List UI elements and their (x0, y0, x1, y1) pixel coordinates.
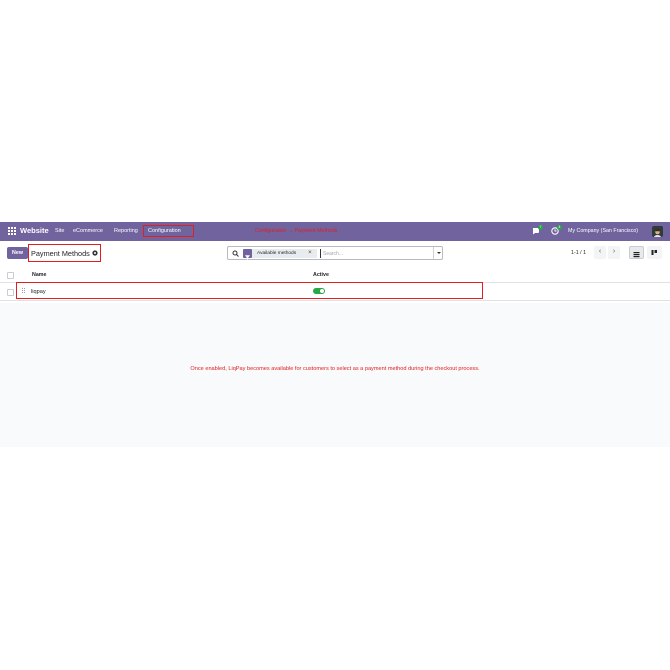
filter-icon (243, 249, 252, 260)
kanban-view-icon (651, 250, 657, 255)
activity-badge: 4 (557, 225, 562, 230)
configuration-highlight-box (143, 225, 194, 237)
pager-next-button[interactable]: › (608, 246, 620, 259)
breadcrumb-annotation: Configuration → Payment Methods (255, 228, 338, 234)
list-header: Name Active (0, 267, 670, 283)
page-title: Payment Methods (31, 249, 90, 258)
pager-value[interactable]: 1-1 / 1 (571, 250, 586, 256)
search-facet: Available methods × (243, 249, 317, 260)
footer-annotation: Once enabled, LiqPay becomes available f… (190, 366, 480, 372)
search-options-toggle[interactable] (433, 247, 443, 259)
facet-remove-icon[interactable]: × (308, 249, 312, 256)
search-bar: Available methods × (227, 246, 443, 260)
pager-previous-button[interactable]: ‹ (594, 246, 606, 259)
app-menu-icon[interactable] (8, 227, 16, 235)
row-checkbox[interactable] (7, 288, 14, 296)
search-input[interactable] (320, 249, 423, 258)
top-navbar: Website Site eCommerce Reporting Configu… (0, 222, 670, 241)
facet-label: Available methods (257, 250, 297, 256)
table-row[interactable]: liqpay (0, 282, 670, 301)
menu-ecommerce[interactable]: eCommerce (73, 228, 103, 234)
gear-icon[interactable] (92, 249, 98, 256)
row-highlight-box (16, 282, 483, 299)
app-name[interactable]: Website (20, 226, 49, 235)
app-window: Website Site eCommerce Reporting Configu… (0, 222, 670, 447)
list-view-icon (633, 252, 640, 258)
control-panel: New Payment Methods Available methods × … (0, 241, 670, 268)
menu-site[interactable]: Site (55, 228, 64, 234)
search-icon[interactable] (232, 250, 239, 257)
list-view: Name Active liqpay (0, 267, 670, 303)
user-avatar[interactable] (652, 226, 663, 237)
company-switcher[interactable]: My Company (San Francisco) (568, 228, 638, 234)
messages-badge: 7 (538, 225, 543, 230)
kanban-view-button[interactable] (647, 246, 662, 259)
menu-reporting[interactable]: Reporting (114, 228, 138, 234)
new-button[interactable]: New (7, 247, 28, 259)
select-all-checkbox[interactable] (7, 272, 14, 279)
caret-down-icon (437, 252, 441, 254)
column-header-active[interactable]: Active (313, 272, 329, 278)
column-header-name[interactable]: Name (32, 272, 46, 278)
list-view-button[interactable] (629, 246, 644, 259)
